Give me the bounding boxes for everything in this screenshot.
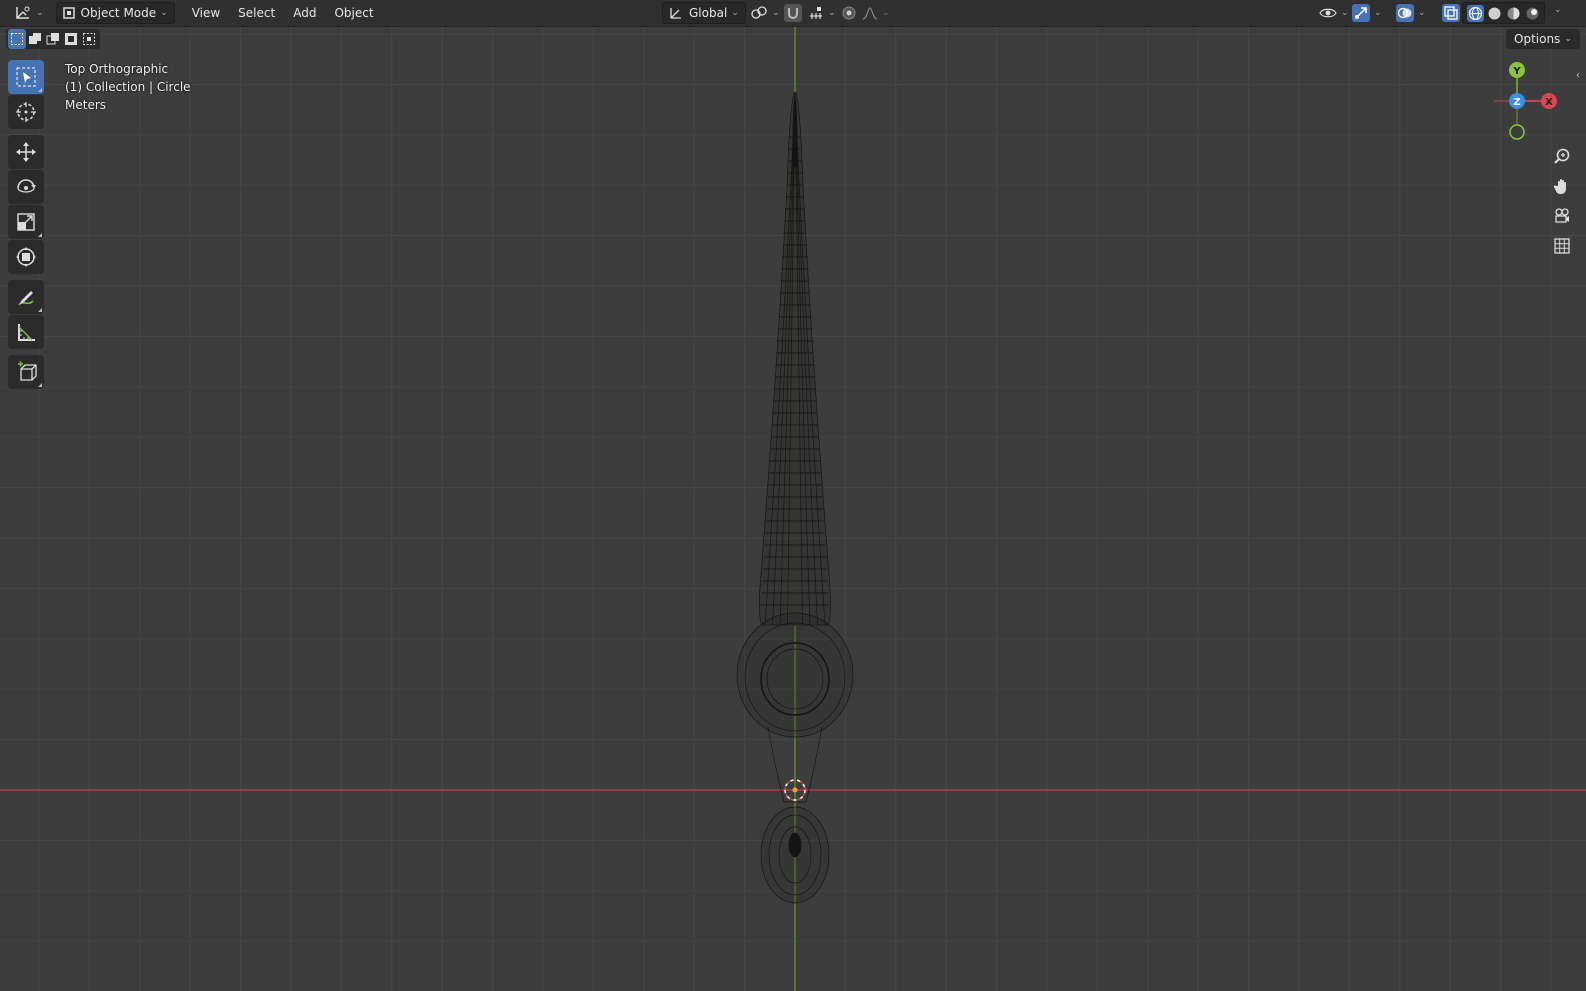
tool-annotate[interactable] bbox=[8, 280, 44, 314]
menu-select[interactable]: Select bbox=[229, 3, 284, 23]
gizmo-icon bbox=[1352, 4, 1370, 22]
chevron-down-icon: ⌄ bbox=[36, 8, 44, 18]
annotate-icon bbox=[15, 286, 37, 308]
3d-viewport[interactable] bbox=[0, 27, 1586, 991]
tool-transform[interactable] bbox=[8, 240, 44, 274]
snap-increment-icon bbox=[808, 6, 824, 20]
select-new-button[interactable] bbox=[8, 29, 26, 49]
transform-orientation-dropdown[interactable]: Global ⌄ bbox=[662, 2, 746, 24]
orientation-label: Global bbox=[689, 6, 728, 20]
chevron-down-icon: ⌄ bbox=[1418, 8, 1426, 18]
options-label: Options bbox=[1514, 32, 1561, 46]
tool-scale[interactable] bbox=[8, 205, 44, 239]
xray-icon bbox=[1442, 4, 1460, 22]
select-subtract-button[interactable] bbox=[44, 29, 62, 49]
gizmo-z-axis[interactable]: Z bbox=[1509, 93, 1525, 109]
zoom-button[interactable] bbox=[1548, 142, 1576, 170]
gizmo-y-label: Y bbox=[1512, 66, 1521, 77]
chevron-down-icon: ⌄ bbox=[160, 8, 168, 18]
proportional-edit-icon bbox=[842, 6, 856, 20]
tool-add-cube[interactable] bbox=[8, 355, 44, 389]
camera-icon bbox=[1553, 207, 1571, 225]
tool-select-box[interactable] bbox=[8, 60, 44, 94]
ortho-grid-icon bbox=[1553, 237, 1571, 255]
menu-view[interactable]: View bbox=[183, 3, 229, 23]
pan-button[interactable] bbox=[1548, 172, 1576, 200]
falloff-curve-icon bbox=[862, 6, 878, 20]
select-extend-button[interactable] bbox=[26, 29, 44, 49]
material-shading-icon[interactable] bbox=[1506, 6, 1521, 21]
snap-magnet-icon bbox=[784, 4, 802, 22]
menu-add[interactable]: Add bbox=[284, 3, 325, 23]
menu-object[interactable]: Object bbox=[325, 3, 382, 23]
rotate-icon bbox=[15, 176, 37, 198]
snap-toggle[interactable]: ⌄ bbox=[778, 3, 842, 23]
proportional-edit-toggle[interactable]: ⌄ bbox=[836, 3, 896, 23]
gizmo-x-axis[interactable]: X bbox=[1541, 93, 1557, 109]
chevron-down-icon: ⌄ bbox=[882, 8, 890, 18]
options-button[interactable]: Options ⌄ bbox=[1506, 29, 1580, 49]
rendered-shading-icon[interactable] bbox=[1525, 6, 1540, 21]
scale-icon bbox=[15, 211, 37, 233]
select-new-icon bbox=[11, 33, 23, 45]
zoom-icon bbox=[1553, 147, 1571, 165]
chevron-down-icon: ⌄ bbox=[1564, 34, 1572, 44]
cursor-icon bbox=[15, 101, 37, 123]
header-menus: View Select Add Object bbox=[183, 3, 383, 23]
eye-icon bbox=[1319, 6, 1337, 20]
chevron-down-icon: ⌄ bbox=[828, 8, 836, 18]
select-intersect-icon bbox=[83, 33, 95, 45]
chevron-down-icon: ⌄ bbox=[1374, 8, 1382, 18]
chevron-down-icon: ⌄ bbox=[731, 8, 739, 18]
shading-mode-group bbox=[1462, 2, 1545, 24]
tool-cursor[interactable] bbox=[8, 95, 44, 129]
perspective-toggle-button[interactable] bbox=[1548, 232, 1576, 260]
select-box-icon bbox=[15, 66, 37, 88]
shading-options-chevron-icon[interactable]: ⌄ bbox=[1554, 5, 1562, 15]
unit-system: Meters bbox=[65, 98, 107, 112]
selection-mode-group bbox=[6, 29, 100, 49]
tool-move[interactable] bbox=[8, 135, 44, 169]
orientation-icon bbox=[669, 6, 683, 20]
navigation-gizmo[interactable]: X Y Z bbox=[1494, 62, 1574, 142]
object-mode-icon bbox=[62, 7, 75, 19]
measure-icon bbox=[15, 321, 37, 343]
viewport-grid bbox=[0, 27, 1586, 991]
pivot-icon bbox=[750, 6, 768, 20]
overlays-toggle[interactable]: ⌄ bbox=[1390, 3, 1432, 23]
select-extend-icon bbox=[29, 33, 41, 44]
gizmo-x-label: X bbox=[1545, 97, 1553, 108]
editor-type-button[interactable]: ⌄ bbox=[8, 3, 50, 23]
gizmo-y-axis[interactable]: Y bbox=[1509, 62, 1525, 78]
mode-label: Object Mode bbox=[80, 6, 157, 20]
viewport-info: Top Orthographic (1) Collection | Circle… bbox=[65, 60, 191, 114]
select-invert-button[interactable] bbox=[62, 29, 80, 49]
move-icon bbox=[15, 141, 37, 163]
tool-shelf bbox=[8, 60, 46, 390]
gizmo-z-label: Z bbox=[1513, 97, 1520, 108]
sidebar-expand-chevron-icon[interactable]: ‹ bbox=[1576, 70, 1580, 81]
select-subtract-icon bbox=[46, 33, 59, 45]
gizmo-toggle[interactable]: ⌄ bbox=[1346, 3, 1388, 23]
view-name: Top Orthographic bbox=[65, 62, 169, 76]
camera-view-button[interactable] bbox=[1548, 202, 1576, 230]
tool-rotate[interactable] bbox=[8, 170, 44, 204]
viewport-editor-icon bbox=[14, 5, 32, 21]
collection-info: (1) Collection | Circle bbox=[65, 80, 191, 94]
solid-shading-icon[interactable] bbox=[1487, 6, 1502, 21]
mode-dropdown[interactable]: Object Mode ⌄ bbox=[55, 2, 175, 24]
transform-icon bbox=[15, 246, 37, 268]
viewport-header: ⌄ Object Mode ⌄ View Select Add Object G… bbox=[0, 0, 1586, 27]
select-intersect-button[interactable] bbox=[80, 29, 98, 49]
wireframe-shading-icon[interactable] bbox=[1467, 4, 1484, 22]
hand-icon bbox=[1553, 177, 1571, 195]
add-cube-icon bbox=[15, 361, 37, 383]
overlays-icon bbox=[1396, 4, 1414, 22]
select-invert-icon bbox=[65, 33, 77, 45]
tool-measure[interactable] bbox=[8, 315, 44, 349]
